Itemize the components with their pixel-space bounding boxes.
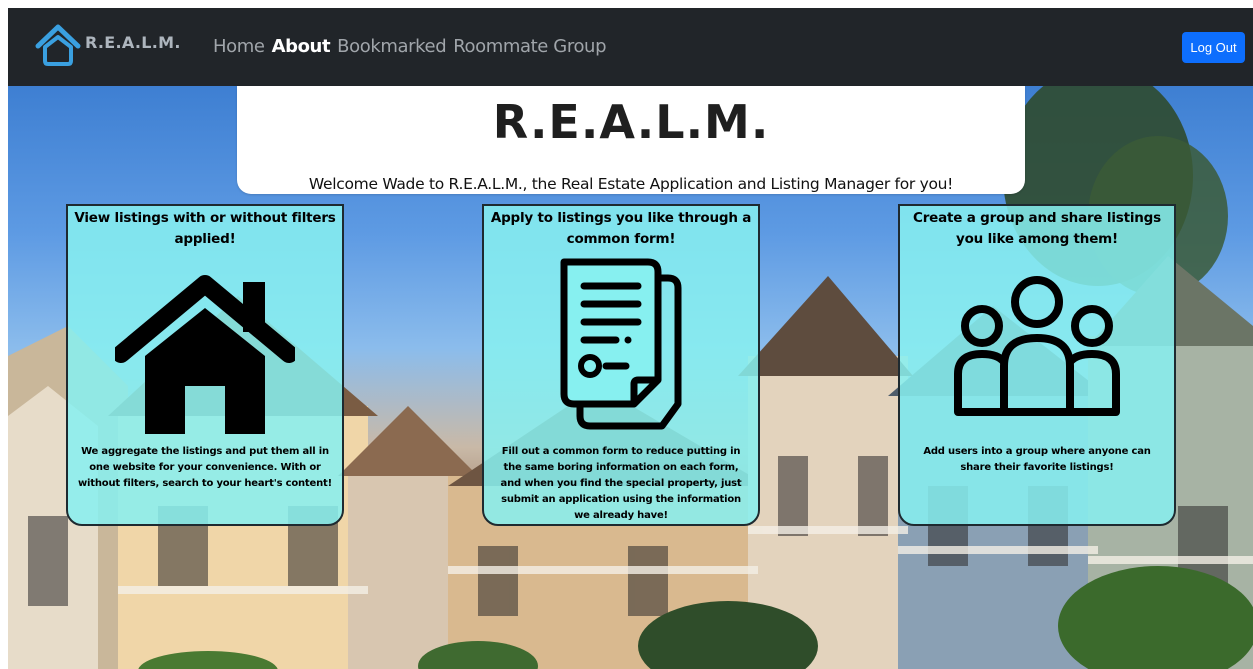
navbar: R.E.A.L.M. Home About Bookmarked Roommat… <box>8 8 1253 86</box>
feature-card-listings: View listings with or without filters ap… <box>66 204 344 526</box>
nav-link-roommate-group[interactable]: Roommate Group <box>453 36 606 58</box>
house-logo-icon <box>35 24 81 66</box>
card-icon-wrapper <box>900 270 1174 420</box>
brand-name: R.E.A.L.M. <box>85 33 181 52</box>
logout-button[interactable]: Log Out <box>1182 32 1245 63</box>
nav-link-home[interactable]: Home <box>213 36 265 58</box>
nav-link-about[interactable]: About <box>272 36 331 58</box>
card-icon-wrapper <box>68 274 342 434</box>
card-description: We aggregate the listings and put them a… <box>78 446 332 489</box>
card-description: Add users into a group where anyone can … <box>923 446 1151 473</box>
nav-link-bookmarked[interactable]: Bookmarked <box>337 36 446 58</box>
card-description: Fill out a common form to reduce putting… <box>500 446 742 521</box>
welcome-message: Welcome Wade to R.E.A.L.M., the Real Est… <box>308 175 954 193</box>
card-icon-wrapper <box>484 254 758 434</box>
feature-card-apply: Apply to listings you like through a com… <box>482 204 760 526</box>
house-icon <box>115 275 295 434</box>
card-title: View listings with or without filters ap… <box>74 210 336 247</box>
document-icon <box>560 258 682 430</box>
card-title: Create a group and share listings you li… <box>913 210 1161 247</box>
group-icon <box>954 276 1120 416</box>
nav-links: Home About Bookmarked Roommate Group <box>213 36 607 58</box>
brand[interactable]: R.E.A.L.M. <box>34 20 181 70</box>
app-window: R.E.A.L.M. Home About Bookmarked Roommat… <box>0 0 1253 669</box>
feature-card-group: Create a group and share listings you li… <box>898 204 1176 526</box>
page-title: R.E.A.L.M. <box>492 95 770 149</box>
title-box: R.E.A.L.M. Welcome Wade to R.E.A.L.M., t… <box>237 86 1025 194</box>
card-title: Apply to listings you like through a com… <box>490 210 752 247</box>
